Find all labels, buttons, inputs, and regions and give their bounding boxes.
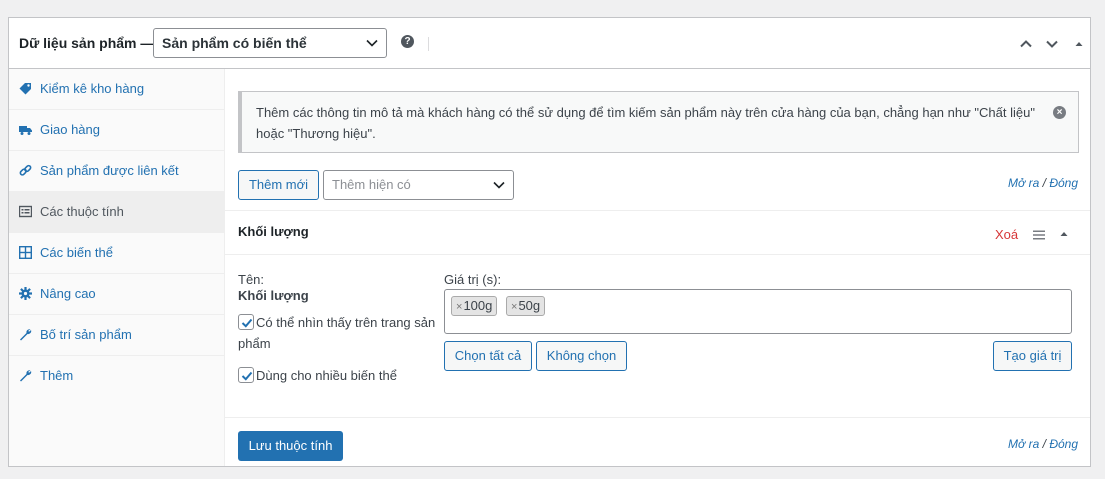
tab-label: Thêm <box>40 368 74 383</box>
used-for-variations-row: Dùng cho nhiều biến thể <box>238 365 438 386</box>
panel-title: Dữ liệu sản phẩm — <box>19 35 155 51</box>
header-divider <box>428 37 429 51</box>
attribute-values-input[interactable]: ×100g ×50g <box>444 289 1072 334</box>
tab-more[interactable]: Thêm <box>9 356 225 397</box>
tab-attributes[interactable]: Các thuộc tính <box>9 192 225 233</box>
attribute-name: Khối lượng <box>238 288 309 303</box>
move-up-icon[interactable] <box>1019 37 1033 51</box>
gear-icon <box>19 287 32 300</box>
tab-label: Sản phẩm được liên kết <box>40 163 179 178</box>
close-all-link[interactable]: Đóng <box>1049 176 1078 190</box>
variations-checkbox[interactable] <box>238 367 254 383</box>
product-type-select[interactable]: Sản phẩm có biến thể <box>153 28 387 58</box>
select-none-button[interactable]: Không chọn <box>536 341 627 371</box>
chevron-down-icon <box>366 39 378 47</box>
attribute-body: Tên: Khối lượng Có thể nhìn thấy trên tr… <box>225 255 1090 418</box>
wrench-icon <box>20 329 32 341</box>
create-value-button[interactable]: Tạo giá trị <box>993 341 1072 371</box>
remove-chip-icon[interactable]: × <box>511 301 517 313</box>
visible-label: Có thể nhìn thấy trên trang sản phẩm <box>238 315 436 351</box>
variations-label: Dùng cho nhiều biến thể <box>256 368 397 383</box>
remove-attribute-link[interactable]: Xoá <box>995 227 1018 242</box>
tab-product-layout[interactable]: Bố trí sản phẩm <box>9 315 225 356</box>
add-existing-select[interactable]: Thêm hiện có <box>323 170 514 200</box>
tab-advanced[interactable]: Nâng cao <box>9 274 225 315</box>
panel-header: Dữ liệu sản phẩm — Sản phẩm có biến thể … <box>9 18 1090 69</box>
value-chip[interactable]: ×100g <box>451 296 498 316</box>
attribute-title: Khối lượng <box>238 224 309 239</box>
value-chip[interactable]: ×50g <box>506 296 546 316</box>
tab-label: Kiểm kê kho hàng <box>40 81 145 96</box>
wrench-icon <box>20 370 32 382</box>
tab-label: Các biến thể <box>40 245 113 260</box>
select-all-button[interactable]: Chọn tất cả <box>444 341 532 371</box>
remove-chip-icon[interactable]: × <box>456 301 462 313</box>
checkmark-icon <box>241 371 253 381</box>
chip-label: 50g <box>518 298 541 313</box>
list-icon <box>19 205 32 218</box>
tab-linked-products[interactable]: Sản phẩm được liên kết <box>9 151 225 192</box>
close-all-link[interactable]: Đóng <box>1049 437 1078 451</box>
tab-label: Giao hàng <box>40 122 100 137</box>
tab-label: Nâng cao <box>40 286 96 301</box>
collapse-icon[interactable] <box>1058 228 1070 240</box>
notice-text: Thêm các thông tin mô tả mà khách hàng c… <box>256 105 1035 141</box>
link-separator: / <box>1039 437 1050 451</box>
expand-all-link[interactable]: Mở ra <box>1008 437 1039 451</box>
chip-label: 100g <box>463 298 493 313</box>
tab-label: Bố trí sản phẩm <box>40 327 132 342</box>
name-label: Tên: <box>238 272 265 287</box>
toggle-panel-icon[interactable] <box>1072 37 1086 51</box>
attributes-panel: Thêm các thông tin mô tả mà khách hàng c… <box>225 69 1090 466</box>
tag-icon <box>19 83 31 95</box>
product-data-panel: Dữ liệu sản phẩm — Sản phẩm có biến thể … <box>8 17 1091 467</box>
checkmark-icon <box>241 318 253 328</box>
values-label: Giá trị (s): <box>444 272 502 287</box>
add-existing-placeholder: Thêm hiện có <box>332 177 411 192</box>
truck-icon <box>19 126 32 135</box>
visible-on-product-page-row: Có thể nhìn thấy trên trang sản phẩm <box>238 312 438 354</box>
product-type-value: Sản phẩm có biến thể <box>162 35 307 51</box>
chevron-down-icon <box>493 181 505 189</box>
attribute-header[interactable]: Khối lượng Xoá <box>225 210 1090 255</box>
link-icon <box>19 164 32 176</box>
tab-variations[interactable]: Các biến thể <box>9 233 225 274</box>
grid-icon <box>19 246 32 259</box>
move-down-icon[interactable] <box>1045 37 1059 51</box>
product-data-tabs: Kiểm kê kho hàng Giao hàng Sản phẩm được… <box>9 69 225 466</box>
tab-inventory[interactable]: Kiểm kê kho hàng <box>9 69 225 110</box>
expand-close-links-bottom: Mở ra / Đóng <box>1008 437 1078 451</box>
help-icon[interactable]: ? <box>401 35 414 48</box>
expand-close-links: Mở ra / Đóng <box>1008 176 1078 190</box>
close-icon[interactable]: × <box>1053 106 1066 119</box>
tab-shipping[interactable]: Giao hàng <box>9 110 225 151</box>
tab-label: Các thuộc tính <box>40 204 124 219</box>
add-new-attribute-button[interactable]: Thêm mới <box>238 170 319 200</box>
link-separator: / <box>1039 176 1050 190</box>
visible-checkbox[interactable] <box>238 314 254 330</box>
save-attributes-button[interactable]: Lưu thuộc tính <box>238 431 343 461</box>
info-notice: Thêm các thông tin mô tả mà khách hàng c… <box>238 91 1079 153</box>
expand-all-link[interactable]: Mở ra <box>1008 176 1039 190</box>
drag-handle-icon[interactable] <box>1033 229 1045 241</box>
